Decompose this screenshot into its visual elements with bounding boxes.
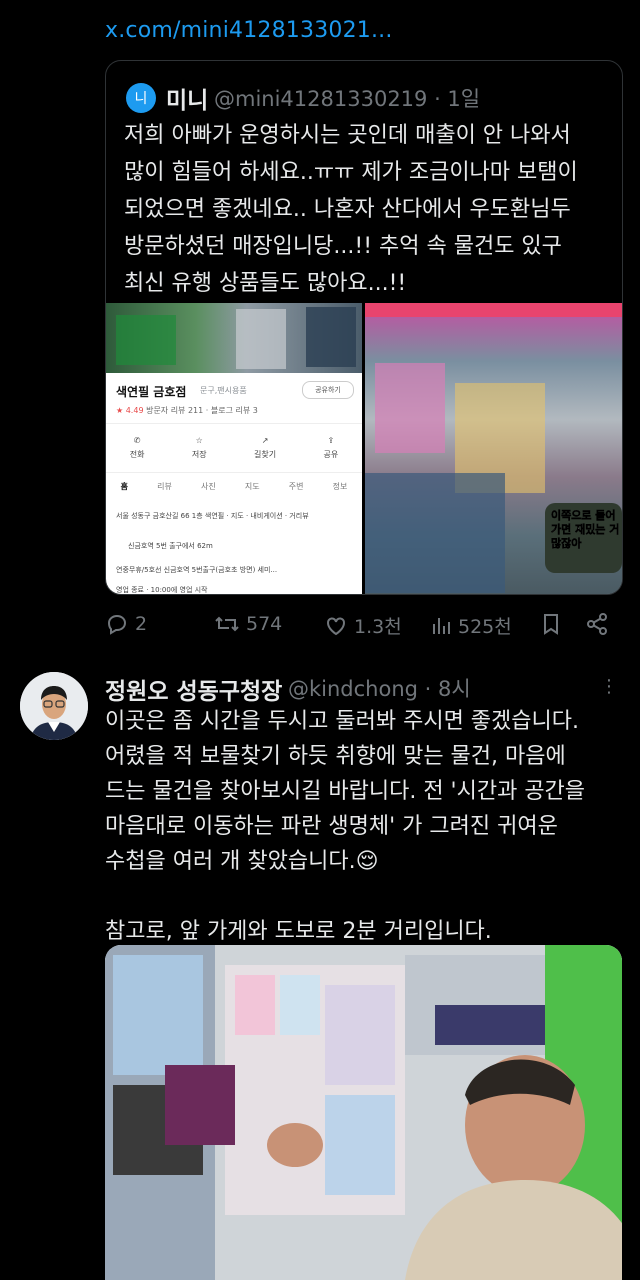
place-name: 색연필 금호점 [116,385,187,399]
bookmark-button[interactable] [540,612,562,636]
place-subway: 신금호역 5번 출구에서 62m [128,542,213,550]
store-photo-image [105,945,622,1280]
map-place-screenshot[interactable]: 색연필 금호점 문구,팬시용품 공유하기 ★ 4.49 방문자 리뷰 211 ·… [106,303,362,594]
user-photo [20,672,88,740]
star-icon: ☆ [195,436,203,445]
video-caption: 이쪽으로 들어가면 재밌는 거 많잖아 [551,509,620,551]
directions-icon: ↗ [261,436,269,445]
street-photo [106,303,362,373]
reply-action[interactable]: 2 [105,612,147,636]
quoted-author-name[interactable]: 미니 [166,81,208,115]
place-bus: 연중무휴/5호선 신금호역 5번출구(금호초 방면) 세미... [116,566,278,574]
place-category: 문구,팬시용품 [200,386,247,395]
place-address: 서울 성동구 금호산길 66 1층 색연필 · 지도 · 내비게이션 · 거리뷰 [116,512,309,520]
tab-map[interactable]: 지도 [245,481,260,492]
tab-nearby[interactable]: 주변 [289,481,304,492]
heart-icon [327,617,345,635]
avatar[interactable] [20,672,88,740]
tab-info[interactable]: 정보 [333,481,348,492]
place-hours: 영업 종료 · 10:00에 영업 시작 [116,586,208,594]
place-rating: ★ 4.49 방문자 리뷰 211 · 블로그 리뷰 3 [116,406,258,415]
share-icon: ⇪ [327,436,335,445]
quoted-author-handle[interactable]: @mini41281330219 · 1일 [214,83,480,113]
more-options-icon[interactable]: ⋮ [600,676,618,697]
quoted-tweet[interactable]: 니 미니 @mini41281330219 · 1일 저희 아빠가 운영하시는 … [105,60,623,595]
reply-author-handle[interactable]: @kindchong · 8시 [288,673,471,703]
views-action[interactable]: 525천 [430,612,512,639]
tab-photos[interactable]: 사진 [201,481,216,492]
call-action[interactable]: ✆ 전화 [130,424,145,472]
retweet-icon [215,616,239,632]
tab-home[interactable]: 홈 [121,481,128,492]
store-video-frame[interactable]: 이쪽으로 들어가면 재밌는 거 많잖아 [365,303,622,594]
directions-action[interactable]: ↗ 길찾기 [254,424,276,472]
share-chip[interactable]: 공유하기 [302,381,354,399]
views-icon [433,617,450,634]
retweet-action[interactable]: 574 [214,612,282,636]
like-action[interactable]: 1.3천 [324,612,402,639]
bookmark-icon [544,614,558,635]
reply-author-name[interactable]: 정원오 성동구청장 [105,672,282,706]
quoted-tweet-link[interactable]: x.com/mini4128133021... [105,18,393,43]
quoted-tweet-text: 저희 아빠가 운영하시는 곳인데 매출이 안 나와서 많이 힘들어 하세요..ㅠ… [124,123,578,296]
phone-icon: ✆ [133,436,141,445]
share-button[interactable] [585,612,609,636]
reply-tweet-text: 이곳은 좀 시간을 두시고 둘러봐 주시면 좋겠습니다. 어렸을 적 보물찾기 … [105,709,586,944]
store-photo[interactable] [105,945,622,1280]
reply-icon [107,614,127,635]
share-action[interactable]: ⇪ 공유 [324,424,339,472]
place-tabs: 홈 리뷰 사진 지도 주변 정보 [106,481,362,492]
tab-reviews[interactable]: 리뷰 [157,481,172,492]
save-action[interactable]: ☆ 저장 [192,424,207,472]
share-icon [587,613,607,635]
quoted-avatar[interactable]: 니 [126,83,156,113]
place-actions: ✆ 전화 ☆ 저장 ↗ 길찾기 ⇪ 공유 [106,423,362,473]
